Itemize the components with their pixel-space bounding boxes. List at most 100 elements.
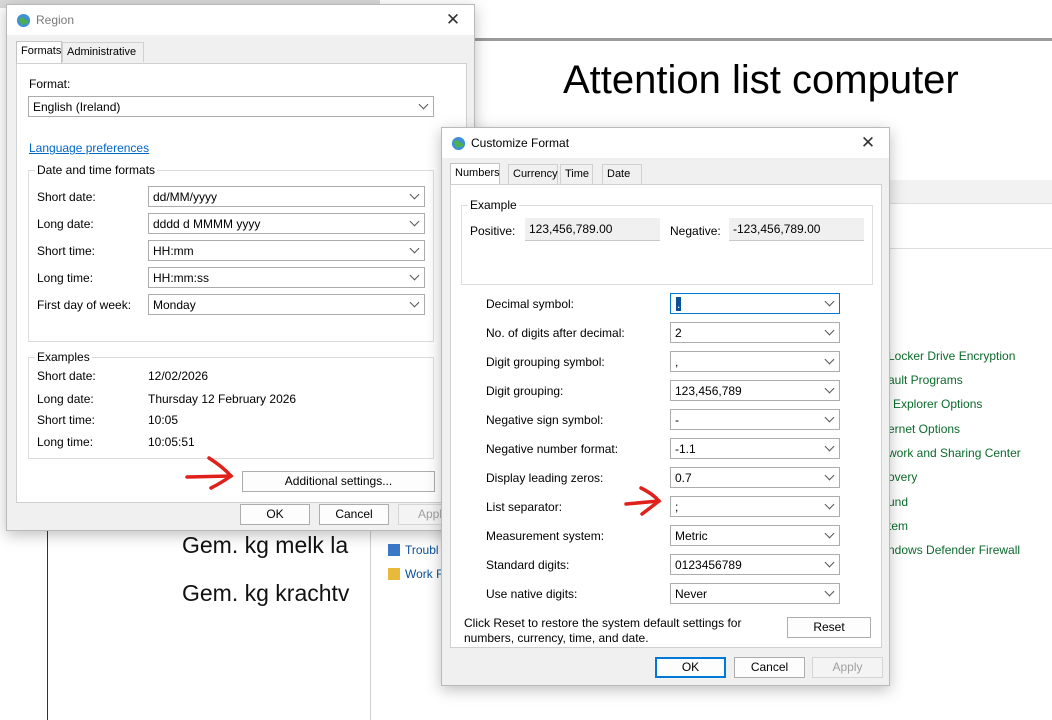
region-cancel-button[interactable]: Cancel — [319, 504, 389, 525]
example-short-time-label: Short time: — [37, 413, 96, 427]
tab-administrative[interactable]: Administrative — [62, 42, 144, 62]
formats-tab-page: Format: English (Ireland) Language prefe… — [16, 63, 467, 503]
decimal-symbol-select[interactable]: . — [670, 293, 840, 314]
cp-item-internet-options[interactable]: ernet Options — [888, 422, 960, 436]
cp-item-network-sharing[interactable]: work and Sharing Center — [888, 446, 1021, 460]
slide-title: Attention list computer — [563, 58, 959, 102]
standard-digits-select[interactable]: 0123456789 — [670, 554, 840, 575]
example-long-date-label: Long date: — [37, 392, 94, 406]
reset-button[interactable]: Reset — [787, 617, 871, 638]
example-long-date-value: Thursday 12 February 2026 — [148, 392, 297, 406]
customize-ok-button[interactable]: OK — [655, 657, 726, 678]
chevron-down-icon — [418, 99, 429, 110]
long-time-label: Long time: — [37, 271, 94, 285]
first-day-select[interactable]: Monday — [148, 294, 425, 315]
digits-after-decimal-select[interactable]: 2 — [670, 322, 840, 343]
examples-group: Examples Short date: 12/02/2026 Long dat… — [28, 350, 434, 459]
chevron-down-icon — [824, 296, 835, 307]
annotation-arrow-additional-settings — [185, 456, 234, 490]
region-ok-button[interactable]: OK — [240, 504, 310, 525]
list-separator-label: List separator: — [486, 500, 563, 514]
chevron-down-icon — [824, 441, 835, 452]
list-separator-select[interactable]: ; — [670, 496, 840, 517]
numbers-tab-page: Example Positive: 123,456,789.00 Negativ… — [450, 184, 882, 648]
control-panel-divider — [885, 248, 1052, 249]
format-select[interactable]: English (Ireland) — [28, 96, 434, 117]
native-digits-select[interactable]: Never — [670, 583, 840, 604]
cp-item-firewall[interactable]: ndows Defender Firewall — [888, 543, 1020, 557]
chevron-down-icon — [824, 325, 835, 336]
additional-settings-button[interactable]: Additional settings... — [242, 471, 435, 492]
leading-zeros-select[interactable]: 0.7 — [670, 467, 840, 488]
customize-tabstrip: Numbers Currency Time Date — [450, 163, 880, 186]
example-short-date-label: Short date: — [37, 369, 96, 383]
region-title: Region — [36, 13, 75, 27]
short-date-select[interactable]: dd/MM/yyyy — [148, 186, 425, 207]
negative-sign-symbol-select[interactable]: - — [670, 409, 840, 430]
control-panel-left-item-work-folders[interactable]: Work F — [388, 567, 443, 581]
chevron-down-icon — [409, 216, 420, 227]
negative-sign-symbol-label: Negative sign symbol: — [486, 413, 604, 427]
customize-apply-button[interactable]: Apply — [812, 657, 883, 678]
negative-example-field: -123,456,789.00 — [729, 218, 864, 241]
digit-grouping-label: Digit grouping: — [486, 384, 564, 398]
region-tabstrip: Formats Administrative — [16, 41, 476, 64]
digit-grouping-select[interactable]: 123,456,789 — [670, 380, 840, 401]
example-title: Example — [468, 198, 519, 212]
chevron-down-icon — [824, 383, 835, 394]
globe-icon — [16, 13, 31, 28]
format-label: Format: — [29, 77, 71, 91]
cp-item-sound[interactable]: und — [888, 495, 908, 509]
standard-digits-label: Standard digits: — [486, 558, 570, 572]
chevron-down-icon — [409, 270, 420, 281]
customize-cancel-button[interactable]: Cancel — [734, 657, 805, 678]
tab-currency[interactable]: Currency — [508, 164, 558, 184]
date-time-formats-title: Date and time formats — [35, 163, 158, 177]
control-panel-left-item-troubleshooting[interactable]: Troubl — [388, 543, 439, 557]
tab-formats[interactable]: Formats — [16, 41, 62, 63]
chevron-down-icon — [409, 243, 420, 254]
region-close-icon[interactable]: ✕ — [438, 8, 468, 32]
negative-label: Negative: — [670, 224, 721, 238]
long-date-select[interactable]: dddd d MMMM yyyy — [148, 213, 425, 234]
slide-line-2: Gem. kg krachtv — [182, 580, 350, 606]
tab-date[interactable]: Date — [602, 164, 642, 184]
annotation-arrow-list-separator — [624, 486, 662, 516]
native-digits-label: Use native digits: — [486, 587, 578, 601]
control-panel-header-strip — [885, 180, 1052, 204]
cp-item-system[interactable]: tem — [888, 519, 908, 533]
troubleshooting-icon — [388, 544, 400, 556]
digit-grouping-symbol-label: Digit grouping symbol: — [486, 355, 605, 369]
reset-help-text-line2: numbers, currency, time, and date. — [464, 631, 649, 645]
slide-left-border — [47, 520, 48, 720]
cp-item-recovery[interactable]: overy — [888, 470, 917, 484]
digit-grouping-symbol-select[interactable]: , — [670, 351, 840, 372]
chevron-down-icon — [409, 297, 420, 308]
negative-number-format-label: Negative number format: — [486, 442, 619, 456]
customize-format-window: Customize Format ✕ Numbers Currency Time… — [441, 127, 890, 686]
long-time-select[interactable]: HH:mm:ss — [148, 267, 425, 288]
tab-time[interactable]: Time — [560, 164, 593, 184]
cp-item-explorer-options[interactable]: Explorer Options — [893, 397, 982, 411]
chevron-down-icon — [824, 557, 835, 568]
cp-item-default-programs[interactable]: ault Programs — [888, 373, 963, 387]
region-titlebar: Region ✕ — [7, 5, 474, 35]
date-time-formats-group: Date and time formats Short date: dd/MM/… — [28, 163, 434, 342]
language-preferences-link[interactable]: Language preferences — [29, 141, 149, 155]
chevron-down-icon — [824, 470, 835, 481]
examples-title: Examples — [35, 350, 92, 364]
short-time-select[interactable]: HH:mm — [148, 240, 425, 261]
example-short-time-value: 10:05 — [148, 413, 179, 427]
customize-close-icon[interactable]: ✕ — [853, 131, 883, 155]
cp-item-bitlocker[interactable]: Locker Drive Encryption — [888, 349, 1015, 363]
measurement-system-select[interactable]: Metric — [670, 525, 840, 546]
region-window: Region ✕ Formats Administrative Format: … — [6, 4, 475, 531]
leading-zeros-label: Display leading zeros: — [486, 471, 604, 485]
negative-number-format-select[interactable]: -1.1 — [670, 438, 840, 459]
slide-top-border — [470, 38, 1052, 41]
chevron-down-icon — [824, 528, 835, 539]
example-long-time-label: Long time: — [37, 435, 94, 449]
first-day-label: First day of week: — [37, 298, 132, 312]
tab-numbers[interactable]: Numbers — [450, 163, 500, 185]
globe-icon — [451, 136, 466, 151]
